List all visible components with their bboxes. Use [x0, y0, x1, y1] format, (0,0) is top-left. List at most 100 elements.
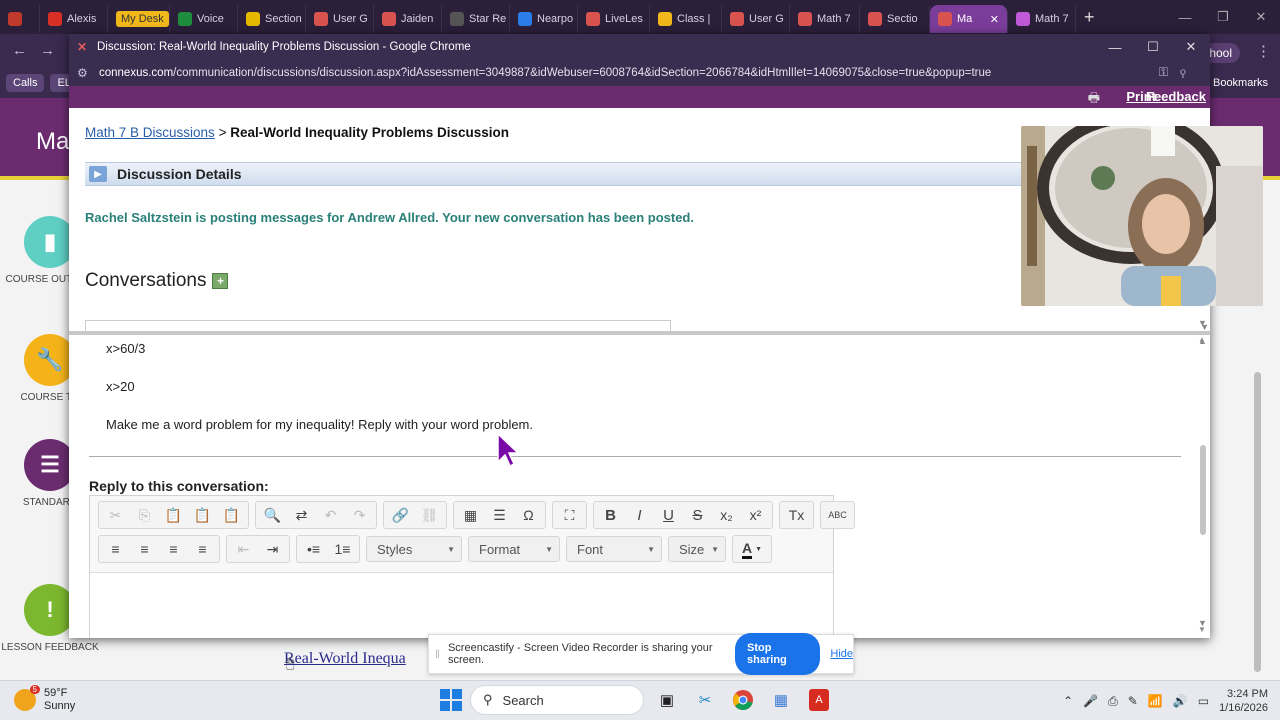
size-dropdown[interactable]: Size ▼: [668, 536, 726, 562]
drag-handle-icon[interactable]: ‖: [435, 647, 440, 661]
table-icon[interactable]: ▦: [456, 502, 485, 528]
battery-icon[interactable]: ▭: [1198, 694, 1209, 708]
windows-start-icon[interactable]: [440, 689, 462, 711]
scroll-down-icon[interactable]: ▼: [1198, 618, 1207, 628]
clock[interactable]: 3:24 PM 1/16/2026: [1219, 687, 1268, 715]
wifi-icon[interactable]: 📶: [1148, 694, 1163, 708]
new-tab-icon[interactable]: +: [1084, 7, 1095, 28]
volume-icon[interactable]: 🔊: [1173, 694, 1188, 708]
find-icon[interactable]: 🔍: [258, 502, 287, 528]
breadcrumb-discussions-link[interactable]: Math 7 B Discussions: [85, 125, 215, 140]
browser-tab[interactable]: Nearpo: [510, 5, 578, 33]
popup-close-icon[interactable]: ✕: [1172, 34, 1210, 60]
underline-icon[interactable]: U: [654, 502, 683, 528]
calculator-icon[interactable]: ▦: [766, 685, 796, 715]
special-char-icon[interactable]: Ω: [514, 502, 543, 528]
snipping-tool-icon[interactable]: ✂: [690, 685, 720, 715]
feedback-link[interactable]: Feedback: [1146, 89, 1206, 104]
hide-button[interactable]: Hide: [830, 648, 853, 660]
strike-icon[interactable]: S: [683, 502, 712, 528]
align-right-icon[interactable]: ≡: [159, 536, 188, 562]
spellcheck-icon[interactable]: ABC: [823, 502, 852, 528]
popup-maximize-icon[interactable]: ☐: [1134, 34, 1172, 60]
popup-minimize-icon[interactable]: —: [1096, 34, 1134, 60]
indent-icon[interactable]: ⇥: [258, 536, 287, 562]
align-left-icon[interactable]: ≡: [101, 536, 130, 562]
copy-icon[interactable]: ⎘: [130, 502, 159, 528]
restore-icon[interactable]: ❐: [1203, 0, 1243, 34]
pen-icon[interactable]: ✎: [1128, 694, 1138, 708]
maximize-icon[interactable]: ⛶: [555, 502, 584, 528]
browser-tab[interactable]: Star Re: [442, 5, 510, 33]
browser-tab[interactable]: Alexis: [40, 5, 108, 33]
acrobat-icon[interactable]: A: [804, 685, 834, 715]
browser-tab[interactable]: Math 7: [790, 5, 860, 33]
browser-tab[interactable]: Voice: [170, 5, 238, 33]
back-icon[interactable]: ←: [12, 42, 27, 59]
forward-icon[interactable]: →: [40, 42, 55, 59]
outdent-icon[interactable]: ⇤: [229, 536, 258, 562]
paste-text-icon[interactable]: 📋: [188, 502, 217, 528]
reply-text-area[interactable]: [90, 572, 833, 638]
scroll-down-icon[interactable]: ▼: [1198, 318, 1207, 328]
close-tab-icon[interactable]: ✕: [990, 13, 999, 26]
subscript-icon[interactable]: x₂: [712, 502, 741, 528]
browser-tab[interactable]: Math 7: [1008, 5, 1076, 33]
paste-icon[interactable]: 📋: [159, 502, 188, 528]
frame-scrollbar[interactable]: ▲ ▼: [1198, 335, 1208, 638]
styles-dropdown[interactable]: Styles ▼: [366, 536, 462, 562]
browser-tab[interactable]: Jaiden: [374, 5, 442, 33]
zoom-icon[interactable]: ⚲: [1180, 65, 1198, 79]
bold-icon[interactable]: B: [596, 502, 625, 528]
browser-tab[interactable]: My Desk: [108, 5, 170, 33]
close-window-icon[interactable]: ✕: [1241, 0, 1280, 34]
italic-icon[interactable]: I: [625, 502, 654, 528]
task-view-icon[interactable]: ▣: [652, 685, 682, 715]
redo-icon[interactable]: ↷: [345, 502, 374, 528]
justify-icon[interactable]: ≡: [188, 536, 217, 562]
stop-sharing-button[interactable]: Stop sharing: [735, 633, 821, 675]
align-center-icon[interactable]: ≡: [130, 536, 159, 562]
scroll-up-icon[interactable]: ▲: [1198, 336, 1207, 346]
bullet-list-icon[interactable]: •≡: [299, 536, 328, 562]
unlink-icon[interactable]: ⛓: [415, 502, 444, 528]
undo-icon[interactable]: ↶: [316, 502, 345, 528]
background-lesson-link[interactable]: Real-World Inequa: [284, 650, 406, 668]
text-color-button[interactable]: A ▼: [732, 535, 772, 563]
replace-icon[interactable]: ⇄: [287, 502, 316, 528]
numbered-list-icon[interactable]: 1≡: [328, 536, 357, 562]
font-dropdown[interactable]: Font ▼: [566, 536, 662, 562]
browser-tab[interactable]: [0, 5, 40, 33]
browser-tab[interactable]: Class |: [650, 5, 722, 33]
cut-icon[interactable]: ✂: [101, 502, 130, 528]
superscript-icon[interactable]: x²: [741, 502, 770, 528]
meet-icon[interactable]: ⎙: [1108, 694, 1118, 709]
key-icon[interactable]: ⚿: [1159, 65, 1180, 79]
add-conversation-icon[interactable]: +: [212, 273, 229, 289]
scrollbar-thumb[interactable]: [1200, 445, 1206, 535]
site-info-icon[interactable]: ⚙: [77, 66, 88, 80]
taskbar-apps: ⚲ Search ▣ ✂ ▦ A: [440, 685, 834, 715]
paste-word-icon[interactable]: 📋: [217, 502, 246, 528]
remove-format-icon[interactable]: Tx: [782, 502, 811, 528]
browser-tab[interactable]: Section: [238, 5, 306, 33]
browser-tab[interactable]: Ma ✕: [930, 5, 1008, 33]
microphone-icon[interactable]: 🎤: [1083, 694, 1098, 708]
browser-tab[interactable]: User G: [722, 5, 790, 33]
page-scrollbar-thumb[interactable]: [1254, 372, 1261, 672]
chrome-icon[interactable]: [728, 685, 758, 715]
tray-overflow-icon[interactable]: ⌃: [1063, 694, 1073, 708]
browser-tab[interactable]: User G: [306, 5, 374, 33]
page-scrollbar[interactable]: [1250, 360, 1264, 680]
menu-icon[interactable]: ⋮: [1256, 42, 1271, 60]
horizontal-line-icon[interactable]: ☰: [485, 502, 514, 528]
minimize-icon[interactable]: —: [1165, 0, 1205, 34]
format-dropdown[interactable]: Format ▼: [468, 536, 560, 562]
link-icon[interactable]: 🔗: [386, 502, 415, 528]
browser-tab[interactable]: Sectio: [860, 5, 930, 33]
taskbar-search[interactable]: ⚲ Search: [470, 685, 644, 715]
browser-tab[interactable]: LiveLes: [578, 5, 650, 33]
popup-url-bar[interactable]: ⚙ connexus.com/communication/discussions…: [69, 60, 1210, 86]
bookmark-calls[interactable]: Calls: [6, 74, 45, 92]
weather-widget[interactable]: 5 59°F Sunny: [14, 685, 75, 713]
